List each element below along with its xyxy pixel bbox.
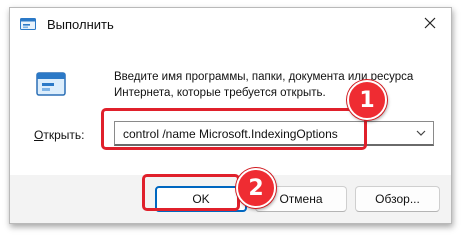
title-bar: Выполнить [10, 8, 451, 42]
close-button[interactable] [417, 14, 443, 36]
run-description: Введите имя программы, папки, документа … [114, 71, 414, 99]
command-input[interactable]: control /name Microsoft.IndexingOptions [123, 127, 338, 141]
run-dialog-icon [20, 18, 36, 32]
run-dialog: Выполнить Введите имя программы, папки, [9, 7, 452, 224]
open-label-accelerator: О [34, 128, 44, 142]
open-label-text: ткрыть: [43, 128, 85, 142]
open-label: Открыть: [34, 128, 84, 142]
chevron-down-icon[interactable] [414, 126, 428, 140]
command-combobox[interactable]: control /name Microsoft.IndexingOptions [114, 121, 434, 146]
screenshot-stage: Выполнить Введите имя программы, папки, [0, 0, 463, 240]
window-title: Выполнить [47, 17, 114, 32]
run-program-icon [36, 72, 66, 98]
step-1-badge: 1 [347, 80, 387, 120]
step-2-badge: 2 [236, 168, 276, 208]
dialog-footer: OK Отмена Обзор... [10, 175, 451, 223]
close-icon [424, 16, 436, 34]
browse-button[interactable]: Обзор... [355, 186, 440, 212]
ok-button[interactable]: OK [155, 186, 247, 212]
